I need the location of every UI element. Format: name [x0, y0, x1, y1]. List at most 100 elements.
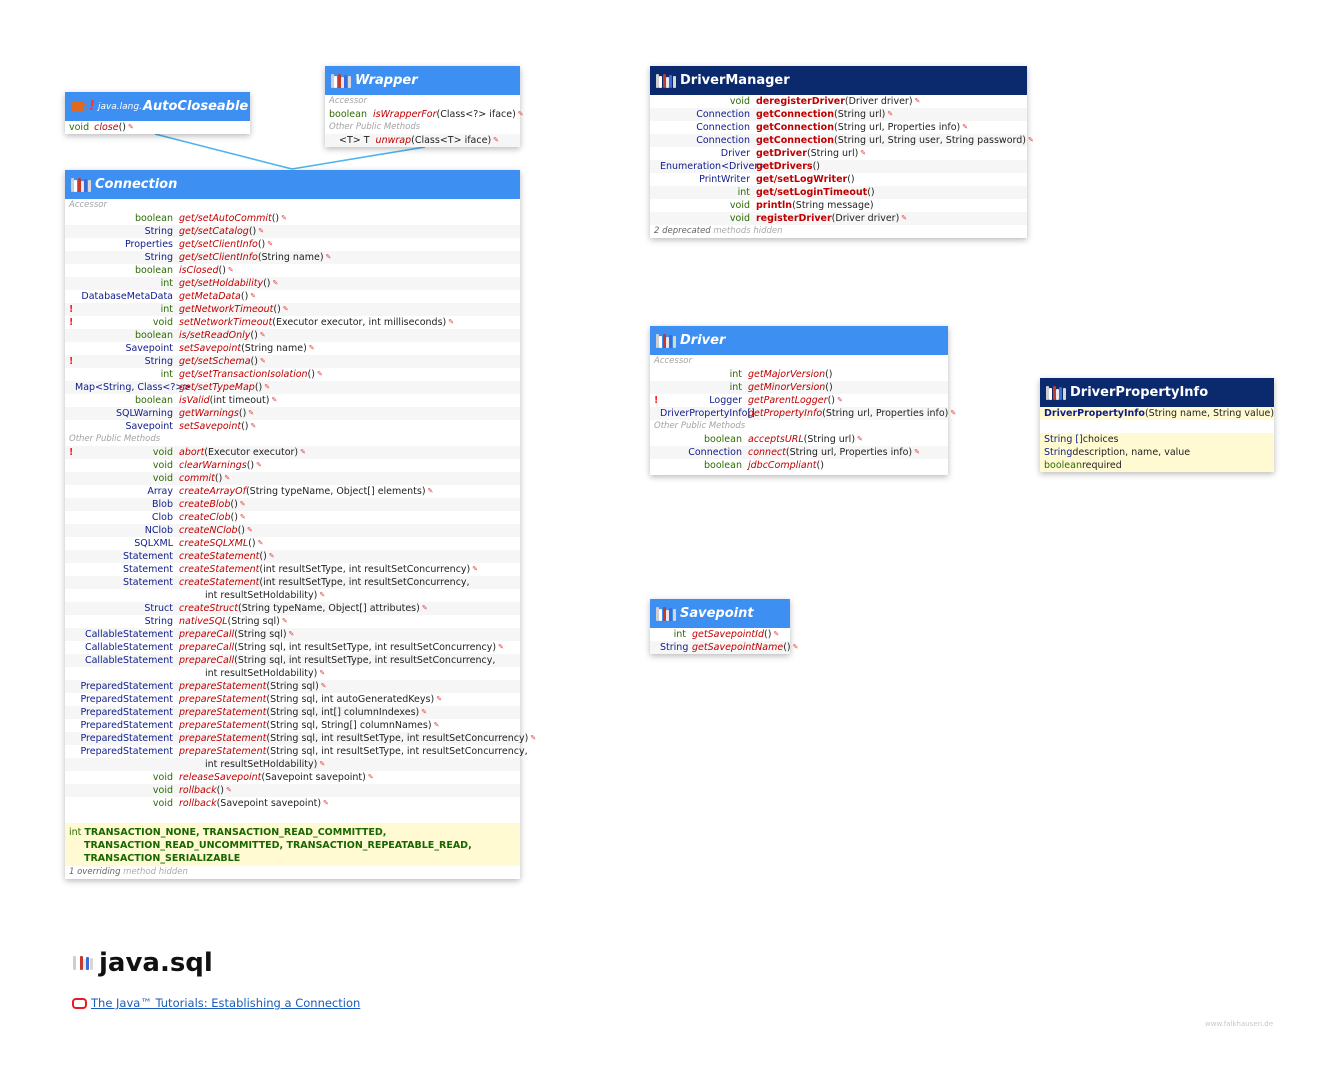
edit-icon: ✎: [224, 474, 231, 482]
method-row: Statement createStatement (int resultSetT…: [65, 576, 520, 589]
method-params: int resultSetHoldability): [205, 759, 318, 770]
method-row: Struct createStruct (String typeName, Obj…: [65, 602, 520, 615]
method-params: (String url): [806, 148, 859, 159]
driver-header: Driver: [650, 326, 948, 355]
edit-icon: ✎: [268, 552, 275, 560]
return-type: int: [673, 629, 686, 640]
method-row: void rollback (Savepoint savepoint) ✎: [65, 797, 520, 810]
savepoint-header: Savepoint: [650, 599, 790, 628]
method-row: String get/setCatalog () ✎: [65, 225, 520, 238]
return-type: int: [160, 278, 173, 289]
deprecation-mark: [65, 342, 75, 355]
method-row: void close () ✎: [65, 121, 250, 134]
edit-icon: ✎: [316, 370, 323, 378]
method-name: setSavepoint: [179, 421, 242, 432]
book-spine: [1049, 387, 1053, 400]
edit-icon: ✎: [319, 591, 326, 599]
edit-icon: ✎: [226, 786, 232, 794]
deprecation-mark: [650, 459, 660, 472]
edit-icon: ✎: [319, 760, 326, 768]
deprecation-mark: [650, 199, 660, 212]
constructor-params: (String name, String value): [1144, 408, 1275, 419]
edit-icon: ✎: [300, 448, 307, 456]
edit-icon: ✎: [427, 487, 434, 495]
method-params: (): [214, 473, 223, 484]
method-row: PrintWriter get/setLogWriter (): [650, 173, 1027, 186]
field-row: String [] choices: [1040, 433, 1274, 446]
edit-icon: ✎: [517, 110, 524, 118]
section-label: Accessor: [329, 96, 367, 106]
edit-icon: ✎: [257, 539, 264, 547]
method-name: getDriver: [756, 148, 807, 159]
hidden-count: 1 overriding: [69, 867, 121, 877]
field-type: boolean: [1044, 460, 1082, 471]
method-row: int resultSetHoldability) ✎: [65, 758, 520, 771]
return-type: PreparedStatement: [80, 733, 173, 744]
deprecation-mark: [650, 121, 660, 134]
edit-icon: ✎: [323, 799, 329, 807]
deprecation-mark: [65, 745, 75, 758]
return-type: CallableStatement: [84, 642, 173, 653]
constructor-name: DriverPropertyInfo: [1044, 408, 1145, 419]
hidden-label: methods hidden: [710, 226, 783, 236]
edit-icon: ✎: [421, 708, 428, 716]
method-row: PreparedStatement prepareStatement (Strin…: [65, 719, 520, 732]
deprecation-mark: [65, 654, 75, 667]
method-name: clearWarnings: [179, 460, 247, 471]
method-row: int getMinorVersion (): [650, 381, 948, 394]
book-spine: [669, 74, 673, 88]
method-params: (Driver driver): [844, 96, 913, 107]
method-params: (): [263, 278, 271, 289]
method-row: void println (String message): [650, 199, 1027, 212]
book-spine: [1059, 386, 1063, 400]
edit-icon: ✎: [448, 318, 455, 326]
edit-icon: ✎: [256, 461, 262, 469]
method-row: PreparedStatement prepareStatement (Strin…: [65, 706, 520, 719]
method-name: createArrayOf: [179, 486, 246, 497]
tutorial-link[interactable]: The Java™ Tutorials: Establishing a Conn…: [91, 996, 360, 1010]
method-name: prepareStatement: [179, 720, 267, 731]
driver-title: Driver: [680, 333, 726, 348]
edit-icon: ✎: [308, 344, 315, 352]
edit-icon: ✎: [901, 214, 908, 222]
method-name: jdbcCompliant: [748, 460, 817, 471]
edit-icon: ✎: [914, 97, 921, 105]
library-icon: [71, 177, 91, 192]
return-type: CallableStatement: [84, 629, 173, 640]
deprecation-mark: [650, 433, 660, 446]
method-row: <T> T unwrap (Class<T> iface) ✎: [325, 134, 520, 147]
method-row: boolean acceptsURL (String url) ✎: [650, 433, 948, 446]
edit-icon: ✎: [836, 396, 843, 404]
method-params: (String sql): [227, 616, 280, 627]
return-type: [75, 667, 179, 680]
method-params: (): [827, 395, 835, 406]
book-spine: [672, 75, 676, 88]
field-type: String: [1044, 447, 1073, 458]
spacer: [1040, 420, 1274, 433]
return-type: Connection: [696, 109, 750, 120]
method-name: getWarnings: [179, 408, 239, 419]
method-params: (): [238, 408, 247, 419]
method-name: get/setTypeMap: [179, 382, 255, 393]
method-row: boolean jdbcCompliant (): [650, 459, 948, 472]
deprecation-mark: [650, 212, 660, 225]
return-type: Statement: [123, 551, 173, 562]
method-params: (): [250, 356, 258, 367]
return-type: DriverPropertyInfo[]: [660, 408, 755, 419]
method-params: (String typeName, Object[] elements): [245, 486, 426, 497]
method-row: boolean is/setReadOnly () ✎: [65, 329, 520, 342]
method-params: (): [248, 538, 256, 549]
field-type: int: [69, 827, 82, 838]
book-spine: [76, 958, 80, 970]
return-type: void: [152, 317, 173, 328]
edit-icon: ✎: [248, 409, 255, 417]
edit-icon: ✎: [250, 422, 257, 430]
book-spine: [344, 74, 348, 88]
return-type: Logger: [709, 395, 742, 406]
edit-icon: ✎: [282, 305, 289, 313]
library-icon: [656, 606, 676, 621]
tutorial-link-row[interactable]: The Java™ Tutorials: Establishing a Conn…: [72, 996, 360, 1010]
field-names: TRANSACTION_READ_UNCOMMITTED, TRANSACTIO…: [84, 840, 472, 851]
method-name: getSavepointId: [692, 629, 764, 640]
method-params: (): [218, 265, 226, 276]
